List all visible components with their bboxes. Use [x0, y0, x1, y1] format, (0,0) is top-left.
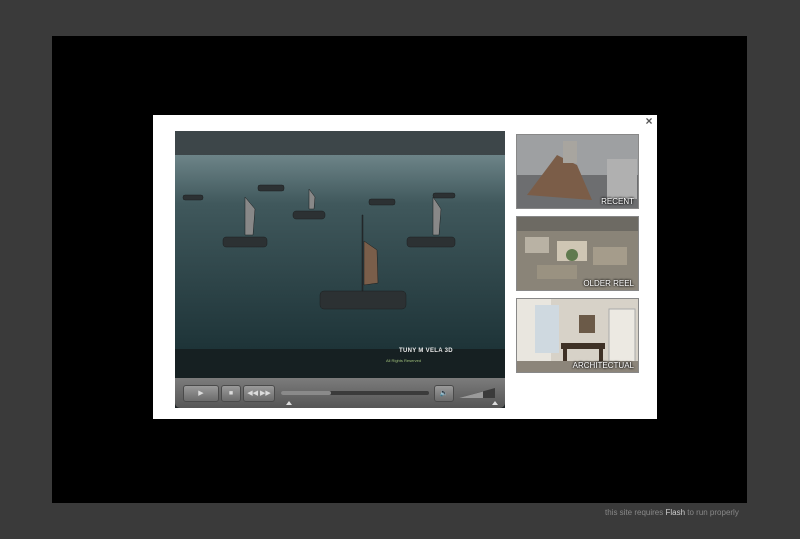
rewind-icon[interactable]: ◀◀	[247, 390, 258, 397]
play-icon: ▶	[198, 390, 204, 397]
video-player[interactable]: TUNY M VELA 3D All Rights Reserved ▶ ■ ◀…	[175, 131, 505, 408]
flash-requirement-note: this site requires Flash to run properly	[605, 508, 739, 517]
video-scene	[175, 155, 505, 349]
speaker-icon: 🔈	[439, 390, 449, 397]
volume-slider[interactable]	[459, 387, 495, 399]
video-letterbox-top	[175, 131, 505, 155]
fast-forward-icon[interactable]: ▶▶	[260, 390, 271, 397]
video-letterbox-bottom	[175, 349, 505, 378]
thumb-architectual-label: ARCHITECTUAL	[572, 361, 634, 370]
flash-link[interactable]: Flash	[665, 508, 685, 517]
video-frame[interactable]: TUNY M VELA 3D All Rights Reserved	[175, 131, 505, 378]
flash-note-suffix: to run properly	[685, 508, 739, 517]
progress-track[interactable]	[281, 391, 429, 395]
flash-note-prefix: this site requires	[605, 508, 666, 517]
close-icon[interactable]: ×	[643, 115, 655, 127]
thumb-architectual[interactable]: ARCHITECTUAL	[516, 298, 639, 373]
thumb-recent[interactable]: RECENT	[516, 134, 639, 209]
player-controls: ▶ ■ ◀◀ ▶▶ 🔈	[175, 378, 505, 408]
volume-button[interactable]: 🔈	[434, 385, 454, 402]
stop-button[interactable]: ■	[221, 385, 241, 402]
thumb-older-reel-label: OLDER REEL	[583, 279, 634, 288]
thumb-recent-label: RECENT	[601, 197, 634, 206]
video-modal: × TUNY M VELA 3D All Rights Reserved ▶ ■…	[153, 115, 657, 419]
progress-fill	[281, 391, 332, 395]
play-button[interactable]: ▶	[183, 385, 219, 402]
video-caption-sub: All Rights Reserved	[386, 358, 422, 363]
seek-buttons[interactable]: ◀◀ ▶▶	[243, 385, 275, 402]
volume-marker-icon[interactable]	[492, 401, 498, 405]
stop-icon: ■	[228, 390, 234, 397]
thumb-older-reel[interactable]: OLDER REEL	[516, 216, 639, 291]
progress-marker-icon[interactable]	[286, 401, 292, 405]
video-caption: TUNY M VELA 3D	[399, 348, 453, 354]
